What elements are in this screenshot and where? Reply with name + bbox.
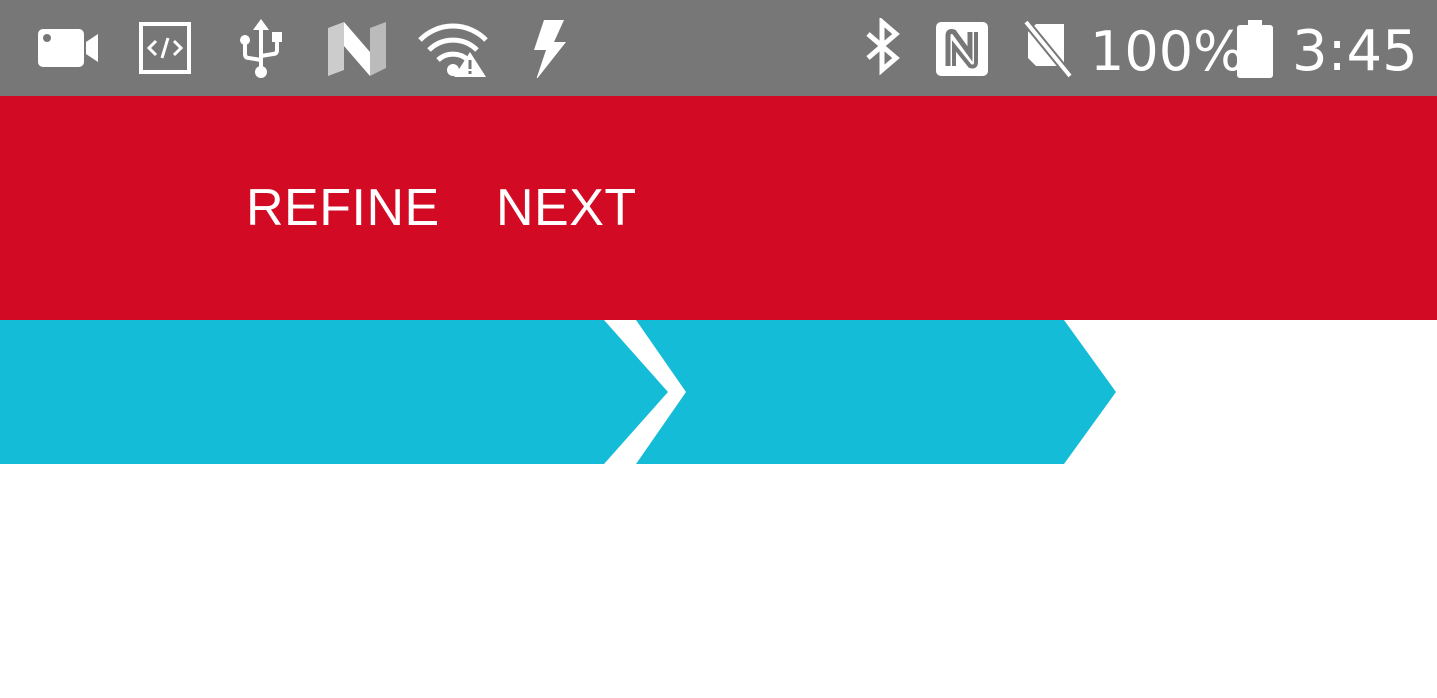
wifi-warning-icon xyxy=(418,23,488,77)
flash-icon xyxy=(534,20,566,78)
usb-icon xyxy=(240,19,282,78)
bluetooth-icon xyxy=(866,18,900,76)
no-sim-icon xyxy=(1022,19,1074,78)
step-progress xyxy=(0,320,1116,464)
step-1-chevron[interactable] xyxy=(0,320,668,464)
refine-button[interactable]: REFINE xyxy=(246,178,440,238)
app-toolbar: REFINE NEXT xyxy=(0,96,1437,320)
battery-icon xyxy=(1237,20,1273,78)
status-bar: 100% 3:45 xyxy=(0,0,1437,96)
video-camera-icon xyxy=(38,29,98,67)
developer-code-icon xyxy=(139,22,191,74)
nougat-logo-icon xyxy=(328,22,386,76)
battery-percent: 100% xyxy=(1090,20,1245,83)
clock: 3:45 xyxy=(1292,19,1418,84)
step-2-chevron[interactable] xyxy=(636,320,1116,464)
nfc-icon xyxy=(936,22,988,76)
next-button[interactable]: NEXT xyxy=(496,178,637,238)
